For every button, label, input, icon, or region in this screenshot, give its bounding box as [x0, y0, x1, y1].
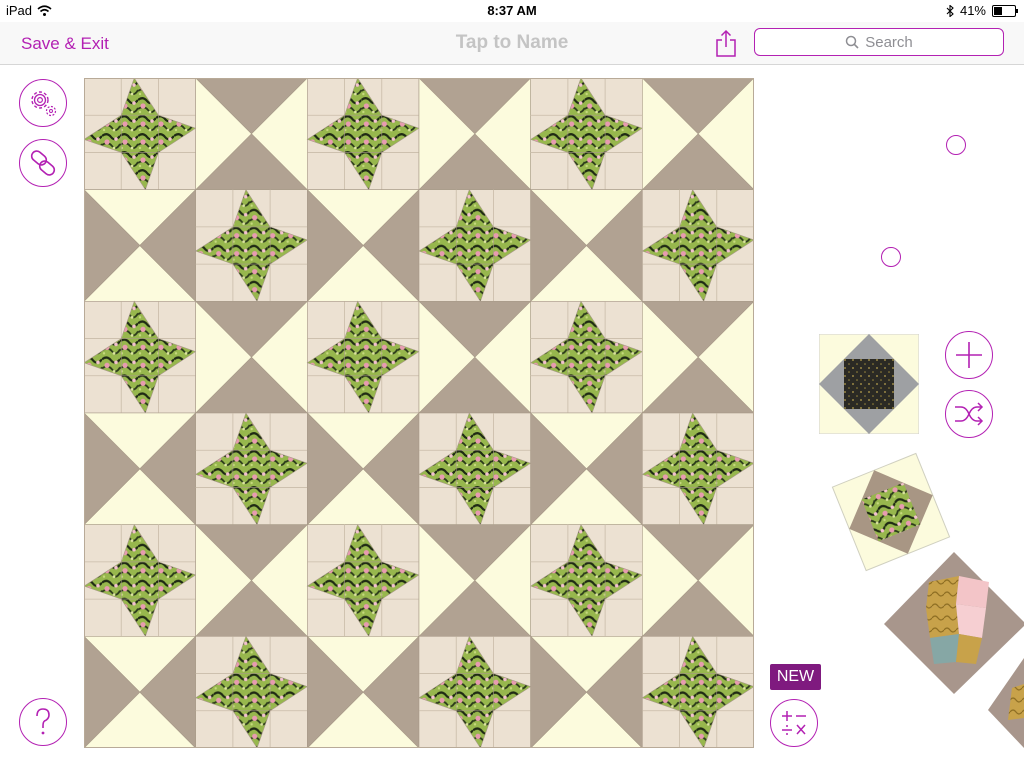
battery-icon — [992, 4, 1018, 17]
selection-handle[interactable] — [881, 247, 901, 267]
quilt-canvas[interactable] — [84, 78, 754, 748]
status-time: 8:37 AM — [487, 3, 537, 18]
share-icon — [716, 29, 736, 57]
star-block[interactable] — [306, 523, 420, 638]
hourglass-block[interactable] — [529, 412, 644, 526]
bluetooth-icon — [946, 4, 954, 17]
star-block[interactable] — [641, 635, 754, 748]
hourglass-block[interactable] — [84, 412, 197, 526]
battery-level — [994, 6, 1003, 15]
add-block-button[interactable] — [945, 331, 993, 379]
star-block[interactable] — [194, 188, 309, 303]
status-bar: iPad 8:37 AM 41% — [0, 0, 1024, 22]
hourglass-block[interactable] — [418, 523, 532, 638]
star-block[interactable] — [306, 78, 420, 191]
link-button[interactable] — [19, 139, 67, 187]
hourglass-block[interactable] — [641, 300, 754, 414]
settings-button[interactable] — [19, 79, 67, 127]
selection-handle[interactable] — [946, 135, 966, 155]
shuffle-icon — [955, 402, 984, 426]
star-block[interactable] — [418, 188, 532, 303]
hourglass-block[interactable] — [194, 78, 309, 191]
navigation-bar: Save & Exit Tap to Name Search — [0, 22, 1024, 65]
hourglass-block[interactable] — [641, 523, 754, 638]
calculator-button[interactable] — [770, 699, 818, 747]
star-block[interactable] — [84, 523, 197, 638]
search-placeholder: Search — [865, 33, 913, 51]
star-block[interactable] — [418, 635, 532, 748]
new-badge: NEW — [770, 664, 821, 690]
hourglass-block[interactable] — [194, 300, 309, 414]
help-icon — [36, 708, 50, 735]
star-block[interactable] — [529, 523, 644, 638]
hourglass-block[interactable] — [529, 635, 644, 748]
shuffle-button[interactable] — [945, 390, 993, 438]
star-block[interactable] — [306, 300, 420, 414]
settings-icon — [31, 91, 57, 117]
hourglass-block[interactable] — [194, 523, 309, 638]
battery-percent: 41% — [959, 3, 986, 18]
hourglass-block[interactable] — [84, 188, 197, 303]
star-block[interactable] — [418, 412, 532, 526]
hourglass-block[interactable] — [529, 188, 644, 303]
star-block[interactable] — [529, 78, 644, 191]
search-field[interactable]: Search — [754, 28, 1004, 56]
share-button[interactable] — [712, 28, 740, 58]
block-swatch-partial[interactable] — [986, 658, 1024, 748]
star-block[interactable] — [641, 188, 754, 303]
help-button[interactable] — [19, 698, 67, 746]
star-block[interactable] — [529, 300, 644, 414]
add-icon — [956, 342, 982, 368]
block-swatch-square-in-square[interactable] — [819, 334, 919, 434]
hourglass-block[interactable] — [418, 78, 532, 191]
link-icon — [30, 150, 56, 176]
hourglass-block[interactable] — [306, 188, 420, 303]
hourglass-block[interactable] — [306, 635, 420, 748]
star-block[interactable] — [194, 635, 309, 748]
hourglass-block[interactable] — [418, 300, 532, 414]
star-block[interactable] — [84, 78, 197, 191]
hourglass-block[interactable] — [84, 635, 197, 748]
star-block[interactable] — [84, 300, 197, 414]
star-block[interactable] — [641, 412, 754, 526]
hourglass-block[interactable] — [641, 78, 754, 191]
calculator-icon — [782, 711, 806, 735]
star-block[interactable] — [194, 412, 309, 526]
hourglass-block[interactable] — [306, 412, 420, 526]
search-icon — [845, 35, 859, 49]
